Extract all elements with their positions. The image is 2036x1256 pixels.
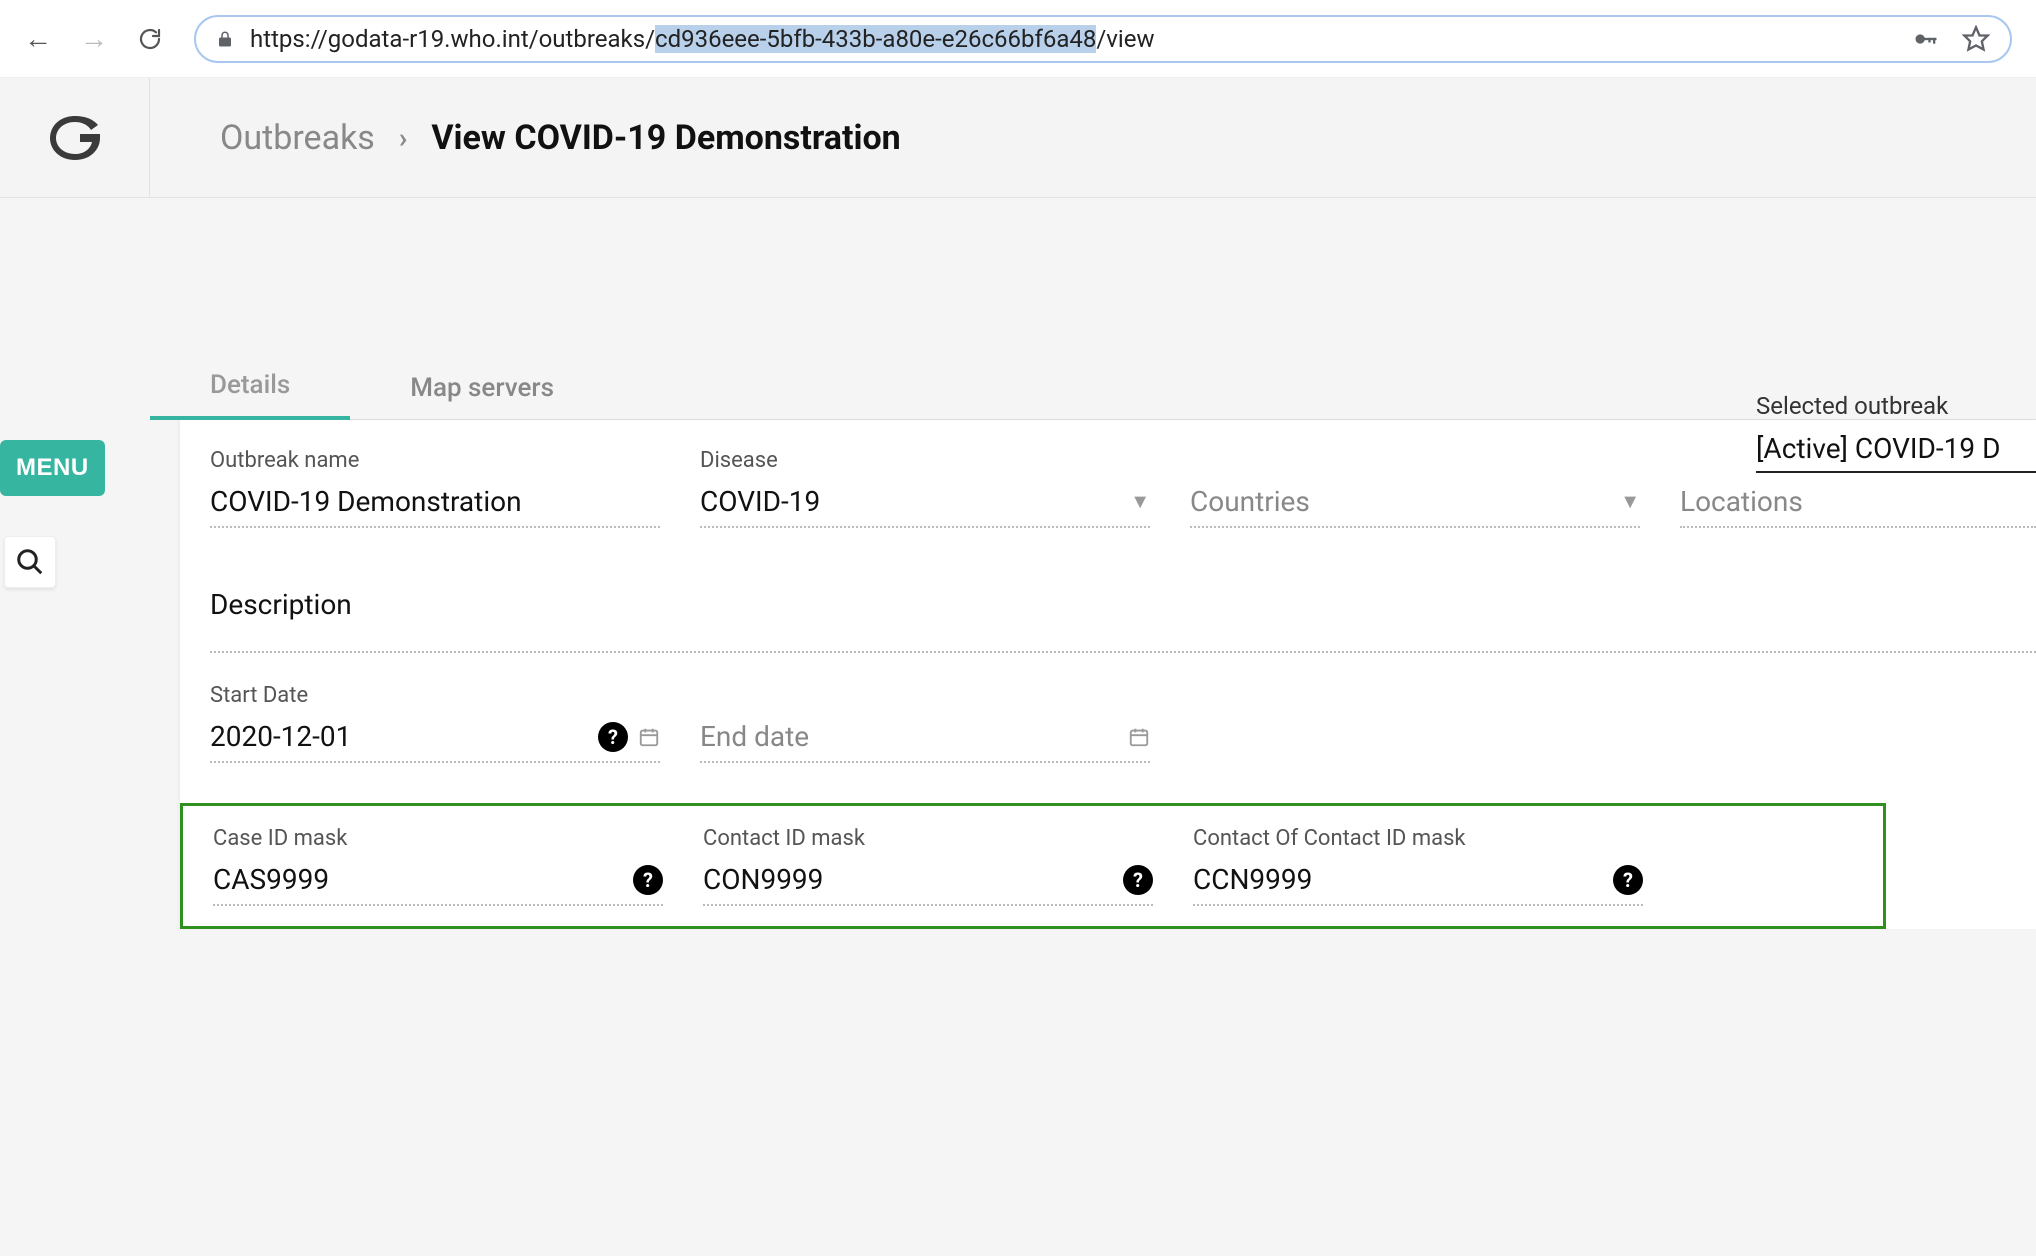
field-placeholder: Countries: [1190, 485, 1310, 518]
breadcrumb-current: View COVID-19 Demonstration: [431, 118, 900, 158]
case-id-mask-field[interactable]: Case ID mask CAS9999 ?: [213, 826, 663, 906]
field-value: CON9999: [703, 863, 823, 896]
breadcrumb-root[interactable]: Outbreaks: [220, 118, 375, 158]
field-label: Case ID mask: [213, 826, 663, 851]
help-icon[interactable]: ?: [633, 865, 663, 895]
field-label: Contact ID mask: [703, 826, 1153, 851]
selected-outbreak-value: [Active] COVID-19 D: [1756, 428, 2036, 473]
url-part-suffix: /view: [1096, 25, 1154, 53]
contact-of-contact-id-mask-field[interactable]: Contact Of Contact ID mask CCN9999 ?: [1193, 826, 1643, 906]
chevron-down-icon: ▼: [1130, 489, 1150, 514]
field-label: [1190, 448, 1640, 473]
tab-map-servers[interactable]: Map servers: [350, 373, 614, 419]
countries-field[interactable]: Countries ▼: [1190, 448, 1640, 528]
details-card: Outbreak name COVID-19 Demonstration Dis…: [180, 420, 2036, 929]
calendar-icon[interactable]: [1128, 726, 1150, 748]
key-icon[interactable]: [1912, 25, 1940, 53]
breadcrumb: Outbreaks › View COVID-19 Demonstration: [150, 118, 901, 158]
tabs: Details Map servers: [150, 358, 2036, 420]
page-body: MENU Selected outbreak [Active] COVID-19…: [0, 358, 2036, 1256]
field-value: COVID-19 Demonstration: [210, 485, 522, 518]
start-date-field[interactable]: Start Date 2020-12-01 ?: [210, 683, 660, 763]
id-masks-highlight: Case ID mask CAS9999 ? Contact ID mask C…: [180, 803, 1886, 929]
browser-chrome: ← → https://godata-r19.who.int/outbreaks…: [0, 0, 2036, 78]
browser-forward-button[interactable]: →: [80, 25, 108, 53]
end-date-field[interactable]: End date: [700, 683, 1150, 763]
field-value: CCN9999: [1193, 863, 1312, 896]
selected-outbreak-label: Selected outbreak: [1756, 392, 2036, 420]
field-label: Contact Of Contact ID mask: [1193, 826, 1643, 851]
browser-nav-buttons: ← →: [24, 25, 164, 53]
field-label: Outbreak name: [210, 448, 660, 473]
app-logo[interactable]: [0, 78, 150, 197]
browser-reload-button[interactable]: [136, 25, 164, 53]
address-bar[interactable]: https://godata-r19.who.int/outbreaks/cd9…: [194, 15, 2012, 63]
outbreak-name-field[interactable]: Outbreak name COVID-19 Demonstration: [210, 448, 660, 528]
field-label: Start Date: [210, 683, 660, 708]
field-value: CAS9999: [213, 863, 329, 896]
disease-field[interactable]: Disease COVID-19 ▼: [700, 448, 1150, 528]
url-part-selected: cd936eee-5bfb-433b-a80e-e26c66bf6a48: [655, 25, 1096, 53]
app-header: Outbreaks › View COVID-19 Demonstration: [0, 78, 2036, 198]
field-value: 2020-12-01: [210, 720, 351, 753]
help-icon[interactable]: ?: [1123, 865, 1153, 895]
tab-details[interactable]: Details: [150, 370, 350, 420]
field-label: Disease: [700, 448, 1150, 473]
field-label: Description: [210, 588, 2036, 621]
field-placeholder: Locations: [1680, 485, 1803, 518]
star-icon[interactable]: [1962, 25, 1990, 53]
field-value: COVID-19: [700, 485, 820, 518]
help-icon[interactable]: ?: [1613, 865, 1643, 895]
url-part-prefix: https://godata-r19.who.int/outbreaks/: [250, 25, 655, 53]
browser-back-button[interactable]: ←: [24, 25, 52, 53]
field-placeholder: End date: [700, 720, 809, 753]
help-icon[interactable]: ?: [598, 722, 628, 752]
selected-outbreak-field[interactable]: Selected outbreak [Active] COVID-19 D: [1756, 392, 2036, 473]
chevron-right-icon: ›: [399, 121, 407, 154]
menu-button[interactable]: MENU: [0, 440, 105, 496]
description-field[interactable]: Description: [210, 588, 2036, 653]
search-button[interactable]: [4, 536, 56, 588]
contact-id-mask-field[interactable]: Contact ID mask CON9999 ?: [703, 826, 1153, 906]
lock-icon: [216, 29, 234, 49]
calendar-icon[interactable]: [638, 726, 660, 748]
field-label: [700, 683, 1150, 708]
chevron-down-icon: ▼: [1620, 489, 1640, 514]
